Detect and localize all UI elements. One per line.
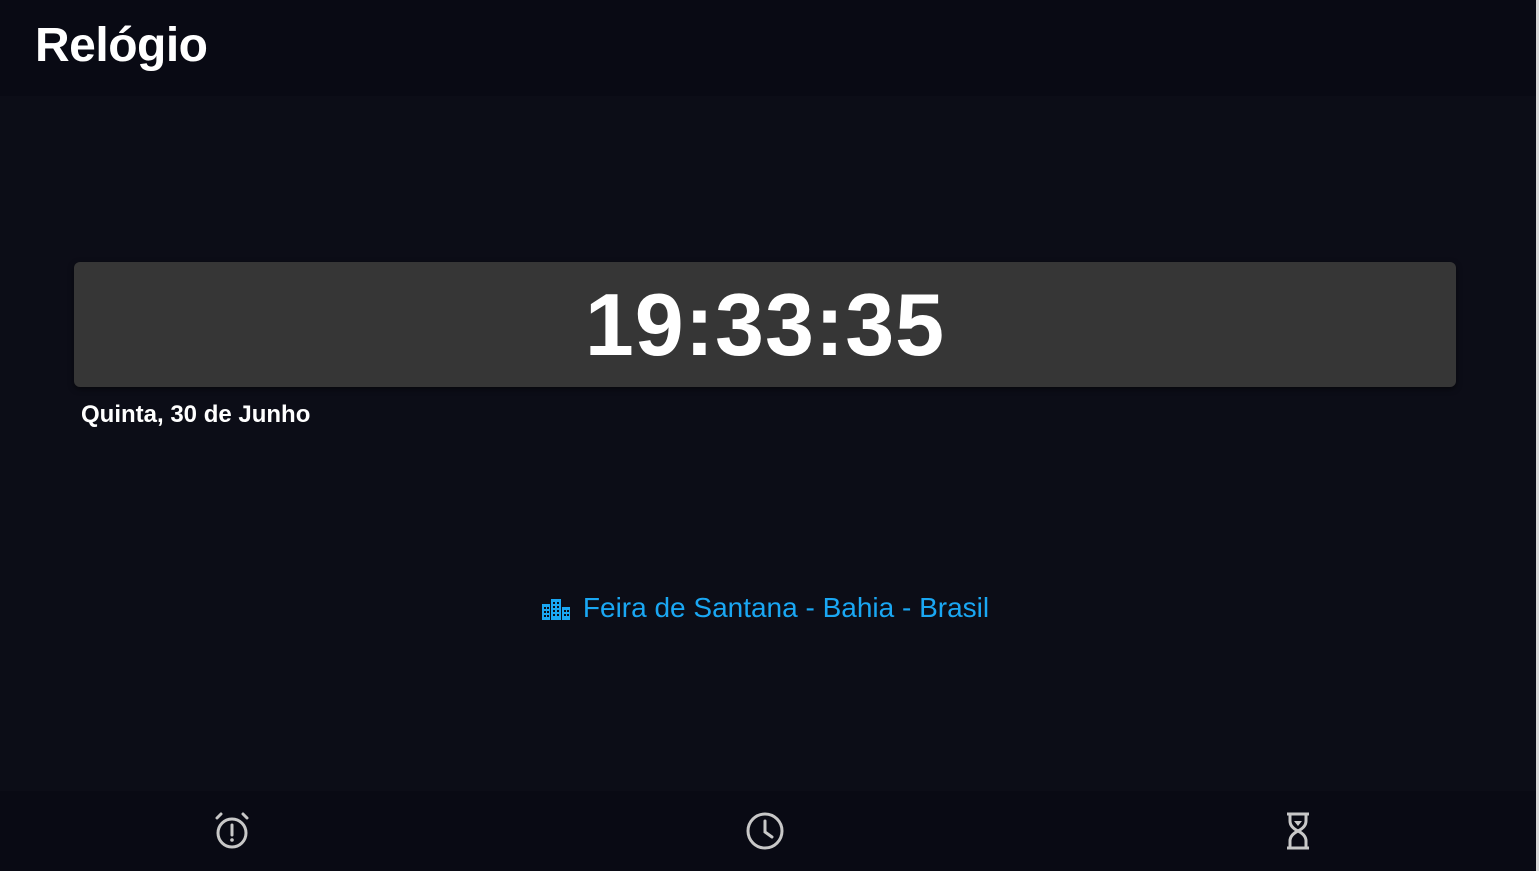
page-title: Relógio — [35, 19, 208, 72]
nav-timer-button[interactable] — [1276, 809, 1320, 853]
alarm-icon — [213, 812, 251, 850]
nav-alarm-button[interactable] — [210, 809, 254, 853]
bottom-navigation — [0, 791, 1536, 871]
nav-clock-button[interactable] — [743, 809, 787, 853]
clock-time: 19:33:35 — [584, 274, 946, 374]
location-label: Feira de Santana - Bahia - Brasil — [0, 591, 1530, 625]
location-text: Feira de Santana - Bahia - Brasil — [582, 592, 990, 623]
clock-icon — [745, 811, 785, 851]
app-header: Relógio — [0, 0, 1536, 96]
clock-date: Quinta, 30 de Junho — [81, 401, 311, 428]
clock-card: 19:33:35 — [74, 262, 1456, 387]
city-icon — [541, 596, 571, 620]
hourglass-icon — [1284, 811, 1312, 851]
